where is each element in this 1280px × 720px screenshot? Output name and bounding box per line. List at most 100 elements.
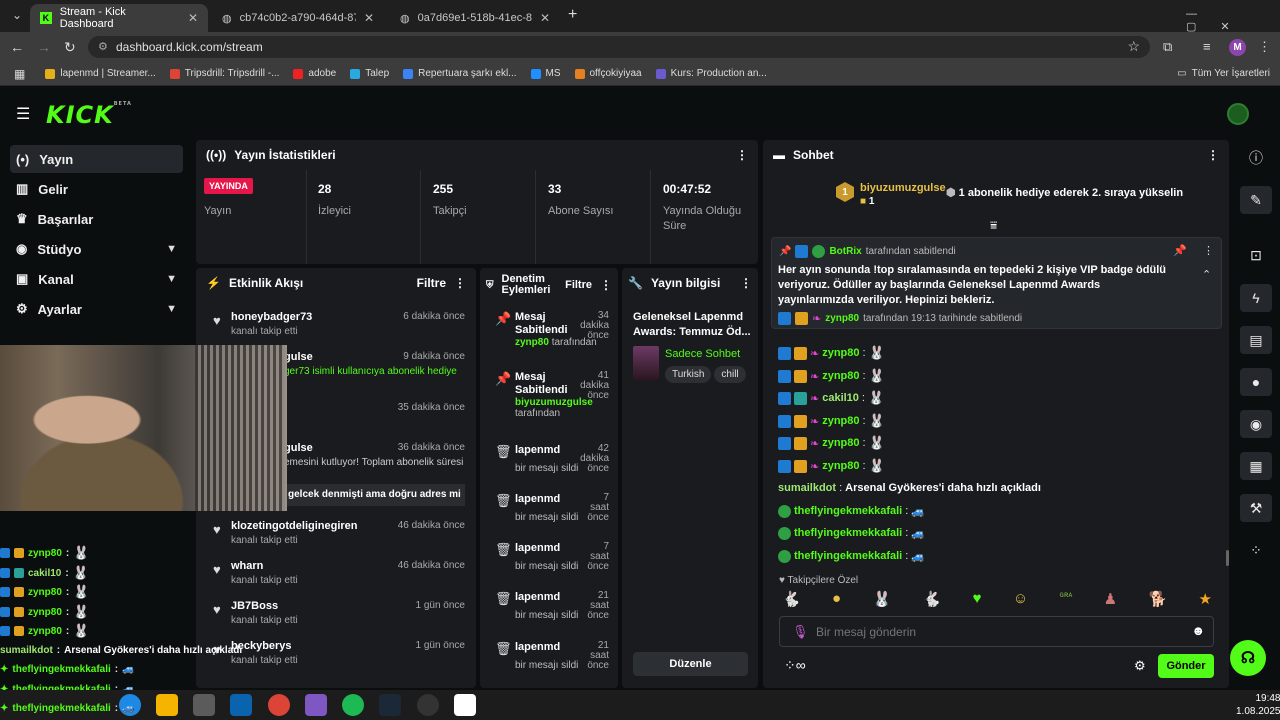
close-tab-icon[interactable]: ✕ [540,11,550,25]
bunny-emote-icon[interactable]: 🐇 [923,590,942,608]
sidebar-item-gelir[interactable]: ▥ Gelir [10,175,183,203]
steam-icon[interactable] [379,694,401,716]
reload-icon[interactable]: ↻ [64,39,76,56]
new-tab-button[interactable]: + [568,6,577,24]
bookmark-star-icon[interactable]: ☆ [1127,38,1140,55]
media-icon[interactable]: ≡ [1203,39,1211,54]
bookmark-item[interactable]: Repertuara şarkı ekl... [403,68,517,79]
pdf-icon[interactable] [454,694,476,716]
tab-kick-dashboard[interactable]: K Stream - Kick Dashboard ✕ [30,4,208,32]
browser-menu-icon[interactable]: ⋮ [1258,39,1271,55]
bookmark-item[interactable]: Talep [350,68,389,79]
sidebar-item-kanal[interactable]: ▣ Kanal ▼ [10,265,183,293]
info-icon[interactable]: ⓘ [1240,144,1272,172]
category-link[interactable]: Sadece Sohbet [665,348,740,360]
chat-overlay-message: gelcek denmişti ama doğru adres mi [284,484,465,506]
expand-leaderboard-icon[interactable]: ⩸ [990,218,997,233]
forward-icon[interactable]: → [37,39,51,55]
bunny-face-emote-icon[interactable]: 🐰 [872,590,891,608]
back-icon[interactable]: ← [10,39,24,55]
bookmark-item[interactable]: offçokiyiyaa [574,68,642,79]
face-emote-icon[interactable]: ☺ [1013,590,1028,608]
chat-input-box[interactable]: 🎙 ☻ [779,616,1214,647]
obs-icon[interactable] [417,694,439,716]
person-emote-icon[interactable]: ♟ [1104,590,1117,608]
microphone-icon[interactable]: 🎙 [792,624,809,640]
points-infinity-icon[interactable]: ⁘∞ [784,657,806,674]
more-options-icon[interactable]: ⋮ [1207,148,1219,162]
top-gifter-name[interactable]: biyuzumuzgulse [860,182,946,194]
wrench-icon[interactable]: ⚒ [1240,494,1272,522]
user-avatar[interactable] [1227,103,1249,125]
support-headset-button[interactable]: ☊ [1230,640,1266,676]
chrome-icon[interactable] [268,694,290,716]
filter-button[interactable]: Filtre [565,279,592,291]
bunny-emote-icon[interactable]: 🐇 [782,590,801,608]
coin-emote-icon[interactable]: ● [832,590,841,608]
more-options-icon[interactable]: ⋮ [740,276,752,290]
site-info-icon[interactable]: ⚙ [98,40,108,53]
sidebar-item-basarilar[interactable]: ♛ Başarılar [10,205,183,233]
unpin-icon[interactable]: 📌 [1173,244,1187,257]
edit-stream-button[interactable]: Düzenle [633,652,748,676]
tab-search-icon[interactable]: ⌄ [12,8,22,22]
bookmark-item[interactable]: Tripsdrill: Tripsdrill -... [169,68,279,79]
tab-third[interactable]: ◍ 0a7d69e1-518b-41ec-8c07-6a ✕ [390,4,560,32]
tab-second[interactable]: ◍ cb74c0b2-a790-464d-8758-f39 ✕ [212,4,384,32]
bookmark-item[interactable]: MS [530,68,561,79]
spotify-icon[interactable] [342,694,364,716]
collapse-pinned-icon[interactable]: ⌃ [1202,268,1211,281]
all-bookmarks-folder[interactable]: ▭ Tüm Yer İşaretleri [1177,68,1270,79]
green-heart-emote-icon[interactable]: ♥ [973,590,982,608]
chat-scrollbar[interactable] [1226,550,1229,566]
kick-favicon-icon: K [40,12,52,24]
chat-input[interactable] [816,623,1176,641]
more-options-icon[interactable]: ⋮ [736,148,748,162]
kick-logo[interactable]: KICKBETA [46,101,132,129]
profile-avatar[interactable]: M [1229,39,1246,56]
pikachu-emote-icon[interactable]: ★ [1199,590,1212,608]
mod-action-item: 🗑 lapenmd bir mesajı sildi 42 dakika önce [495,443,609,475]
file-explorer-icon[interactable] [156,694,178,716]
verified-badge-icon [778,549,791,563]
text-emote-icon[interactable]: ɢʀᴀ [1060,590,1073,608]
discord-icon[interactable] [305,694,327,716]
capture-icon[interactable]: ⊡ [1240,241,1272,269]
broadcast-icon[interactable]: ◉ [1240,410,1272,438]
gift-prompt[interactable]: ⬢ 1 abonelik hediye ederek 2. sıraya yük… [946,186,1183,199]
bookmark-item[interactable]: lapenmd | Streamer... [45,68,156,79]
send-button[interactable]: Gönder [1158,654,1214,678]
more-options-icon[interactable]: ⋮ [454,276,466,290]
edit-pencil-icon[interactable]: ✎ [1240,186,1272,214]
layout-icon[interactable]: ▦ [1240,452,1272,480]
store-icon[interactable] [193,694,215,716]
more-options-icon[interactable]: ⋮ [1203,244,1214,257]
verified-badge-icon [812,245,826,258]
outlook-icon[interactable] [230,694,252,716]
more-options-icon[interactable]: ⋮ [600,278,612,292]
chat-settings-icon[interactable]: ⚙ [1134,658,1146,674]
close-tab-icon[interactable]: ✕ [364,11,374,25]
lightning-icon[interactable]: ϟ [1240,284,1272,312]
sidebar-item-ayarlar[interactable]: ⚙ Ayarlar ▼ [10,295,183,323]
bookmark-item[interactable]: Kurs: Production an... [655,68,767,79]
notes-icon[interactable]: ▤ [1240,326,1272,354]
url-bar[interactable]: ⚙ dashboard.kick.com/stream ☆ [88,36,1150,58]
hamburger-menu-icon[interactable]: ☰ [16,104,30,124]
pin-icon: 📌 [779,246,792,257]
bookmark-item[interactable]: adobe [293,68,336,79]
sidebar-item-studyo[interactable]: ◉ Stüdyo ▼ [10,235,183,263]
tag-chip[interactable]: chill [714,366,746,383]
close-tab-icon[interactable]: ✕ [188,11,198,25]
sidebar-item-yayin[interactable]: (•) Yayın [10,145,183,173]
chat-bubble-icon[interactable]: ● [1240,368,1272,396]
extensions-icon[interactable]: ⧉ [1163,39,1172,55]
fox-emote-icon[interactable]: 🐕 [1148,590,1167,608]
emoji-picker-icon[interactable]: ☻ [1191,623,1205,638]
taskbar-clock[interactable]: 19:48 1.08.2025 [1236,692,1280,718]
apps-grid-icon[interactable]: ▦ [14,67,25,81]
window-controls[interactable]: —▢✕ [1186,8,1280,33]
tag-chip[interactable]: Turkish [665,366,712,383]
filter-button[interactable]: Filtre [417,276,446,290]
apps-icon[interactable]: ⁘ [1240,536,1272,564]
